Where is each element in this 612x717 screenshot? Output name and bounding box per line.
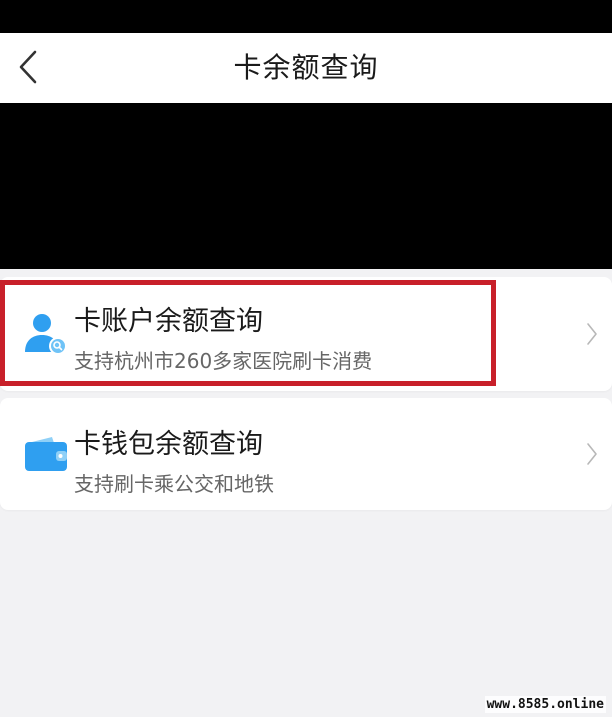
user-search-icon xyxy=(25,314,67,355)
chevron-right-icon xyxy=(587,323,597,345)
card-subtitle: 支持刷卡乘公交和地铁 xyxy=(74,472,274,496)
chevron-right-icon xyxy=(587,443,597,465)
status-bar xyxy=(0,0,612,33)
card-title: 卡钱包余额查询 xyxy=(74,429,263,460)
card-subtitle: 支持杭州市260多家医院刷卡消费 xyxy=(74,349,373,373)
page-title: 卡余额查询 xyxy=(233,51,379,84)
banner xyxy=(0,103,612,269)
wallet-icon xyxy=(25,437,67,471)
card-title: 卡账户余额查询 xyxy=(74,306,263,337)
card-wallet-balance-item[interactable]: 卡钱包余额查询 支持刷卡乘公交和地铁 xyxy=(0,398,612,510)
nav-bar: 卡余额查询 xyxy=(0,33,612,103)
watermark: www.8585.online xyxy=(484,696,606,713)
card-account-balance-item[interactable]: 卡账户余额查询 支持杭州市260多家医院刷卡消费 xyxy=(0,277,612,391)
chevron-left-icon xyxy=(19,50,37,84)
back-button[interactable] xyxy=(6,45,50,89)
